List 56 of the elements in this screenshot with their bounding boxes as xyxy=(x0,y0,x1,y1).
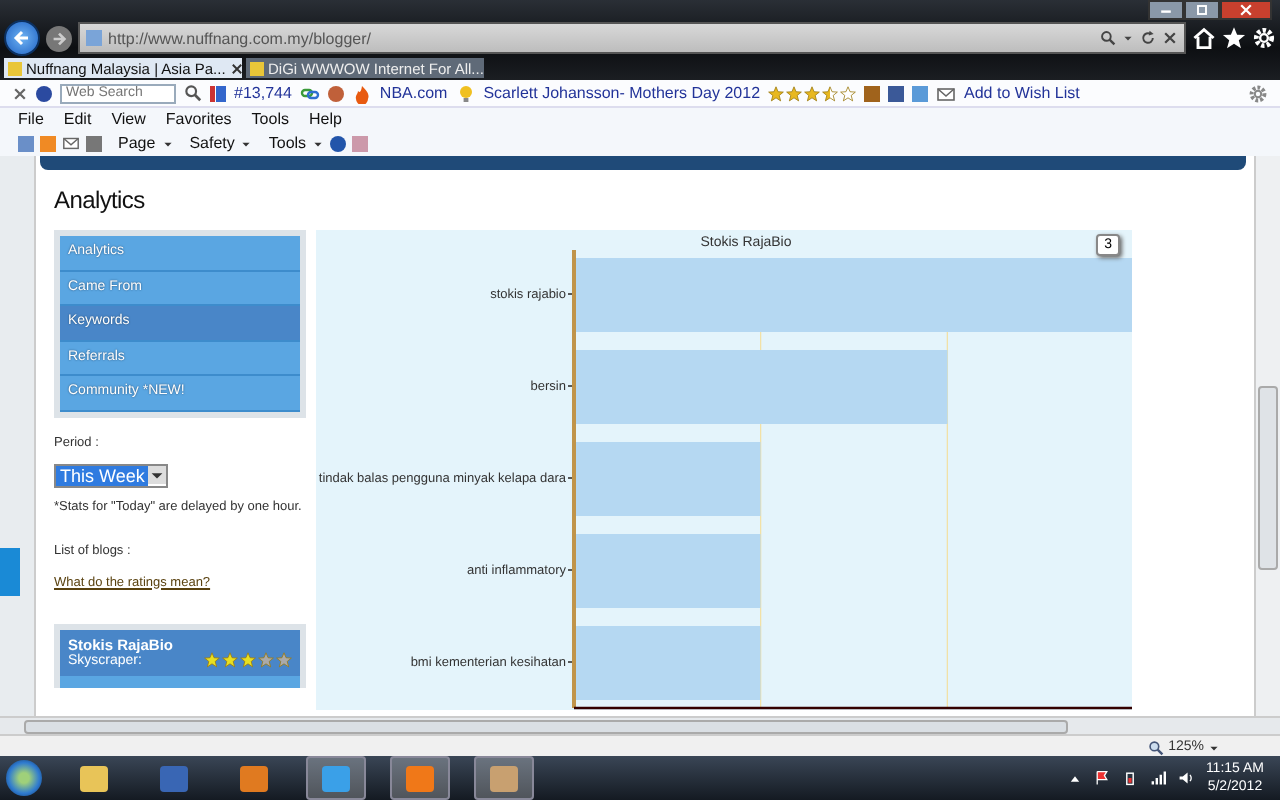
minimize-button[interactable] xyxy=(1148,0,1184,20)
flame-icon[interactable] xyxy=(351,83,372,103)
news-link[interactable]: Scarlett Johansson- Mothers Day 2012 xyxy=(483,84,761,102)
forward-arrow-icon xyxy=(50,29,68,47)
site-icon xyxy=(86,30,102,46)
menu-item[interactable]: File xyxy=(18,110,44,128)
caret-icon[interactable] xyxy=(1122,32,1134,44)
refresh-icon[interactable] xyxy=(1140,30,1156,46)
close-button[interactable] xyxy=(1220,0,1272,20)
page-heading: Analytics xyxy=(54,186,147,214)
mail-icon[interactable] xyxy=(62,134,80,152)
signal-icon[interactable] xyxy=(1149,770,1166,786)
rank-link[interactable]: #13,744 xyxy=(234,84,292,102)
menu-item[interactable]: Help xyxy=(308,110,342,128)
horizontal-scrollbar[interactable] xyxy=(0,716,1280,736)
mail-icon[interactable] xyxy=(936,83,957,103)
back-button[interactable] xyxy=(4,20,40,56)
menu-item[interactable]: View xyxy=(111,110,146,128)
home-icon[interactable] xyxy=(1192,26,1216,50)
speaker-icon[interactable] xyxy=(1177,770,1194,786)
command-menu[interactable]: Page xyxy=(118,134,156,152)
caret-icon[interactable] xyxy=(161,137,174,149)
address-bar[interactable]: http://www.nuffnang.com.my/blogger/ xyxy=(78,22,1186,54)
round-icon[interactable] xyxy=(327,85,344,101)
settings-icon[interactable] xyxy=(1252,26,1276,50)
start-button[interactable] xyxy=(6,760,42,796)
wish-list-link[interactable]: Add to Wish List xyxy=(964,84,1080,102)
battery-icon[interactable] xyxy=(1121,770,1138,786)
bar-graph-icon[interactable] xyxy=(210,85,226,101)
flag-icon[interactable] xyxy=(1093,770,1110,786)
back-arrow-icon xyxy=(12,28,32,48)
zoom-icon[interactable] xyxy=(1148,739,1165,755)
gear-icon[interactable] xyxy=(1248,83,1268,103)
maximize-button[interactable] xyxy=(1184,0,1220,20)
period-dropdown[interactable]: This Week xyxy=(54,463,169,487)
globe-icon[interactable] xyxy=(36,85,52,101)
toolbar-link[interactable]: NBA.com xyxy=(379,84,448,102)
link-icon[interactable] xyxy=(299,83,320,103)
tray-arrow-icon[interactable] xyxy=(1067,771,1082,785)
vertical-scrollbar[interactable] xyxy=(1254,156,1280,716)
close-icon[interactable] xyxy=(12,85,28,101)
search-icon[interactable] xyxy=(184,84,202,102)
forward-button[interactable] xyxy=(46,25,72,51)
command-menu[interactable]: Safety xyxy=(189,134,235,152)
menu-item[interactable]: Favorites xyxy=(165,110,232,128)
caret-icon[interactable] xyxy=(312,137,325,149)
caret-icon[interactable] xyxy=(240,137,253,149)
caret-icon[interactable] xyxy=(148,466,167,484)
close-tab-icon[interactable] xyxy=(229,61,242,75)
lightbulb-icon[interactable] xyxy=(455,83,476,103)
menu-item[interactable]: Edit xyxy=(63,110,92,128)
close-icon[interactable] xyxy=(1162,30,1178,46)
search-icon[interactable] xyxy=(1100,30,1116,46)
command-menu[interactable]: Tools xyxy=(268,134,307,152)
star-icon[interactable] xyxy=(1222,26,1246,50)
menu-item[interactable]: Tools xyxy=(251,110,289,128)
